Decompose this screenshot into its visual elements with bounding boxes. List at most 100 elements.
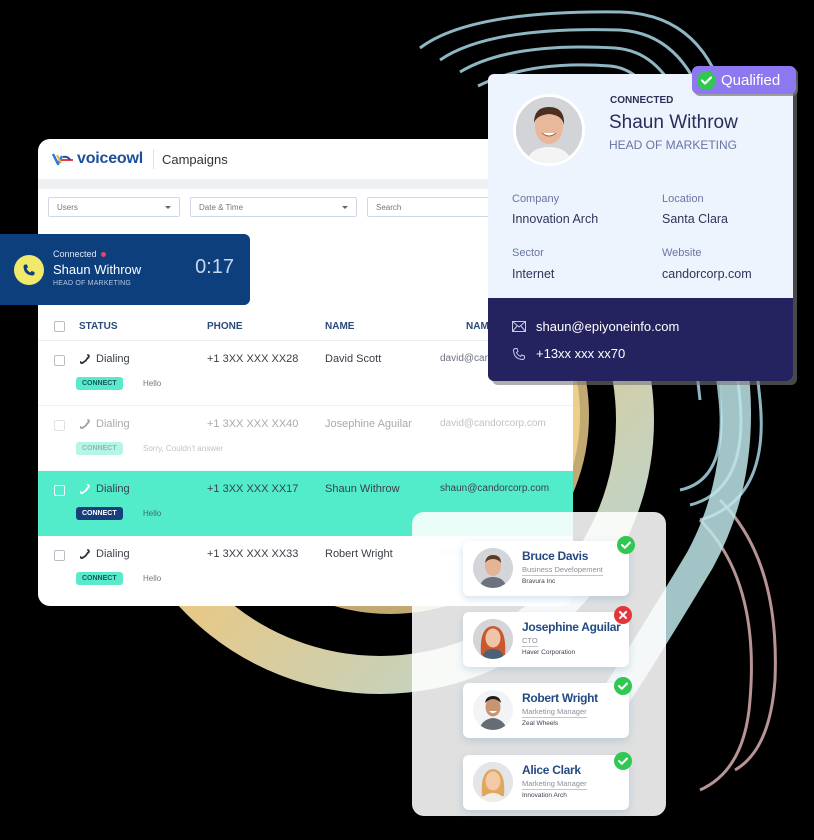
lead-company: Bravura Inc	[522, 578, 556, 585]
contact-footer: shaun@epiyoneinfo.com +13xx xxx xx70	[488, 298, 793, 381]
check-circle-icon	[697, 70, 716, 90]
select-all-checkbox[interactable]	[54, 321, 65, 332]
call-note: Hello	[143, 509, 162, 518]
contact-email: shaun@epiyoneinfo.com	[536, 319, 680, 334]
logo-text: voiceowl	[77, 150, 143, 167]
lead-title: Business Developement	[522, 565, 603, 576]
caller-name: Shaun Withrow	[53, 262, 142, 277]
phone-icon	[80, 354, 90, 364]
users-dropdown[interactable]: Users	[48, 197, 180, 217]
email-row[interactable]: shaun@epiyoneinfo.com	[512, 319, 679, 334]
check-circle-icon	[617, 536, 635, 554]
sector-value: Internet	[512, 267, 555, 281]
row-checkbox[interactable]	[54, 420, 65, 431]
website-label: Website	[662, 247, 702, 259]
qualified-badge-label: Qualified	[721, 71, 781, 89]
phone-icon	[80, 419, 90, 429]
phone-cell: +1 3XX XXX XX40	[207, 418, 299, 430]
avatar	[473, 619, 513, 659]
status-cell: Dialing	[80, 353, 130, 365]
contact-name: Shaun Withrow	[609, 112, 738, 133]
lead-name: Josephine Aguilar	[522, 620, 621, 634]
person-photo-icon	[473, 619, 513, 659]
status-cell: Dialing	[80, 418, 130, 430]
row-checkbox[interactable]	[54, 550, 65, 561]
header-divider	[152, 149, 154, 169]
qualified-badge: Qualified	[692, 66, 796, 94]
status-text: Dialing	[96, 483, 130, 495]
email-cell: shaun@candorcorp.com	[440, 483, 550, 494]
status-cell: Dialing	[80, 483, 130, 495]
person-photo-icon	[516, 97, 582, 163]
caller-role: HEAD OF MARKETING	[53, 280, 132, 287]
avatar	[473, 548, 513, 588]
column-header-name[interactable]: NAME	[325, 321, 354, 332]
person-photo-icon	[473, 762, 513, 802]
call-status-text: Connected	[53, 249, 97, 259]
date-time-dropdown[interactable]: Date & Time	[190, 197, 357, 217]
call-note: Hello	[143, 379, 162, 388]
lead-card[interactable]: Josephine Aguilar CTO Haver Corporation	[463, 612, 629, 667]
row-checkbox[interactable]	[54, 485, 65, 496]
sector-label: Sector	[512, 247, 544, 259]
mail-icon	[512, 321, 526, 332]
lead-title: Marketing Manager	[522, 779, 587, 790]
lead-company: Haver Corporation	[522, 649, 576, 656]
location-value: Santa Clara	[662, 212, 729, 226]
x-circle-icon	[614, 606, 632, 624]
name-cell: Josephine Aguilar	[325, 418, 412, 430]
users-dropdown-label: Users	[57, 202, 78, 212]
voiceowl-logo: voiceowl	[52, 150, 143, 168]
call-note: Sorry, Couldn't answer	[143, 444, 224, 453]
person-photo-icon	[473, 548, 513, 588]
location-label: Location	[662, 193, 704, 205]
status-cell: Dialing	[80, 548, 130, 560]
avatar	[473, 762, 513, 802]
page-title: Campaigns	[161, 151, 228, 167]
lead-company: Zeal Wheels	[522, 720, 559, 727]
email-cell: david@candorcorp.com	[440, 418, 546, 429]
contact-phone: +13xx xxx xx70	[536, 346, 626, 361]
name-cell: Robert Wright	[325, 548, 393, 560]
avatar	[473, 690, 513, 730]
column-header-phone[interactable]: PHONE	[207, 321, 243, 332]
contact-profile-card: CONNECTED Shaun Withrow HEAD OF MARKETIN…	[488, 74, 793, 381]
phone-cell: +1 3XX XXX XX28	[207, 353, 299, 365]
phone-icon	[80, 484, 90, 494]
connect-button[interactable]: CONNECT	[76, 572, 123, 585]
connect-button[interactable]: CONNECT	[76, 442, 123, 455]
active-call-card[interactable]: Connected Shaun Withrow HEAD OF MARKETIN…	[0, 234, 250, 305]
check-circle-icon	[614, 752, 632, 770]
lead-name: Bruce Davis	[522, 549, 589, 563]
lead-card[interactable]: Bruce Davis Business Developement Bravur…	[463, 541, 629, 596]
search-input[interactable]: Search	[367, 197, 507, 217]
check-circle-icon	[614, 677, 632, 695]
company-label: Company	[512, 193, 560, 205]
phone-cell: +1 3XX XXX XX33	[207, 548, 299, 560]
lead-name: Alice Clark	[522, 763, 581, 777]
call-status: Connected	[53, 249, 106, 259]
lead-title: CTO	[522, 636, 538, 647]
column-header-status[interactable]: STATUS	[79, 321, 118, 332]
person-photo-icon	[473, 690, 513, 730]
lead-card[interactable]: Alice Clark Marketing Manager Innovation…	[463, 755, 629, 810]
call-note: Hello	[143, 574, 162, 583]
connect-button[interactable]: CONNECT	[76, 377, 123, 390]
phone-cell: +1 3XX XXX XX17	[207, 483, 299, 495]
contact-role: HEAD OF MARKETING	[609, 138, 738, 152]
status-text: Dialing	[96, 353, 130, 365]
website-value[interactable]: candorcorp.com	[662, 267, 752, 281]
date-time-dropdown-label: Date & Time	[199, 202, 244, 212]
name-cell: David Scott	[325, 353, 382, 365]
call-timer: 0:17	[195, 256, 234, 278]
phone-icon	[23, 264, 35, 276]
phone-icon	[80, 549, 90, 559]
row-checkbox[interactable]	[54, 355, 65, 366]
table-row[interactable]: Dialing +1 3XX XXX XX40 Josephine Aguila…	[38, 406, 573, 471]
call-button[interactable]	[14, 255, 44, 285]
lead-card[interactable]: Robert Wright Marketing Manager Zeal Whe…	[463, 683, 629, 738]
search-placeholder: Search	[376, 202, 402, 212]
connect-button[interactable]: CONNECT	[76, 507, 123, 520]
phone-row[interactable]: +13xx xxx xx70	[512, 346, 625, 361]
chevron-down-icon	[165, 205, 171, 209]
